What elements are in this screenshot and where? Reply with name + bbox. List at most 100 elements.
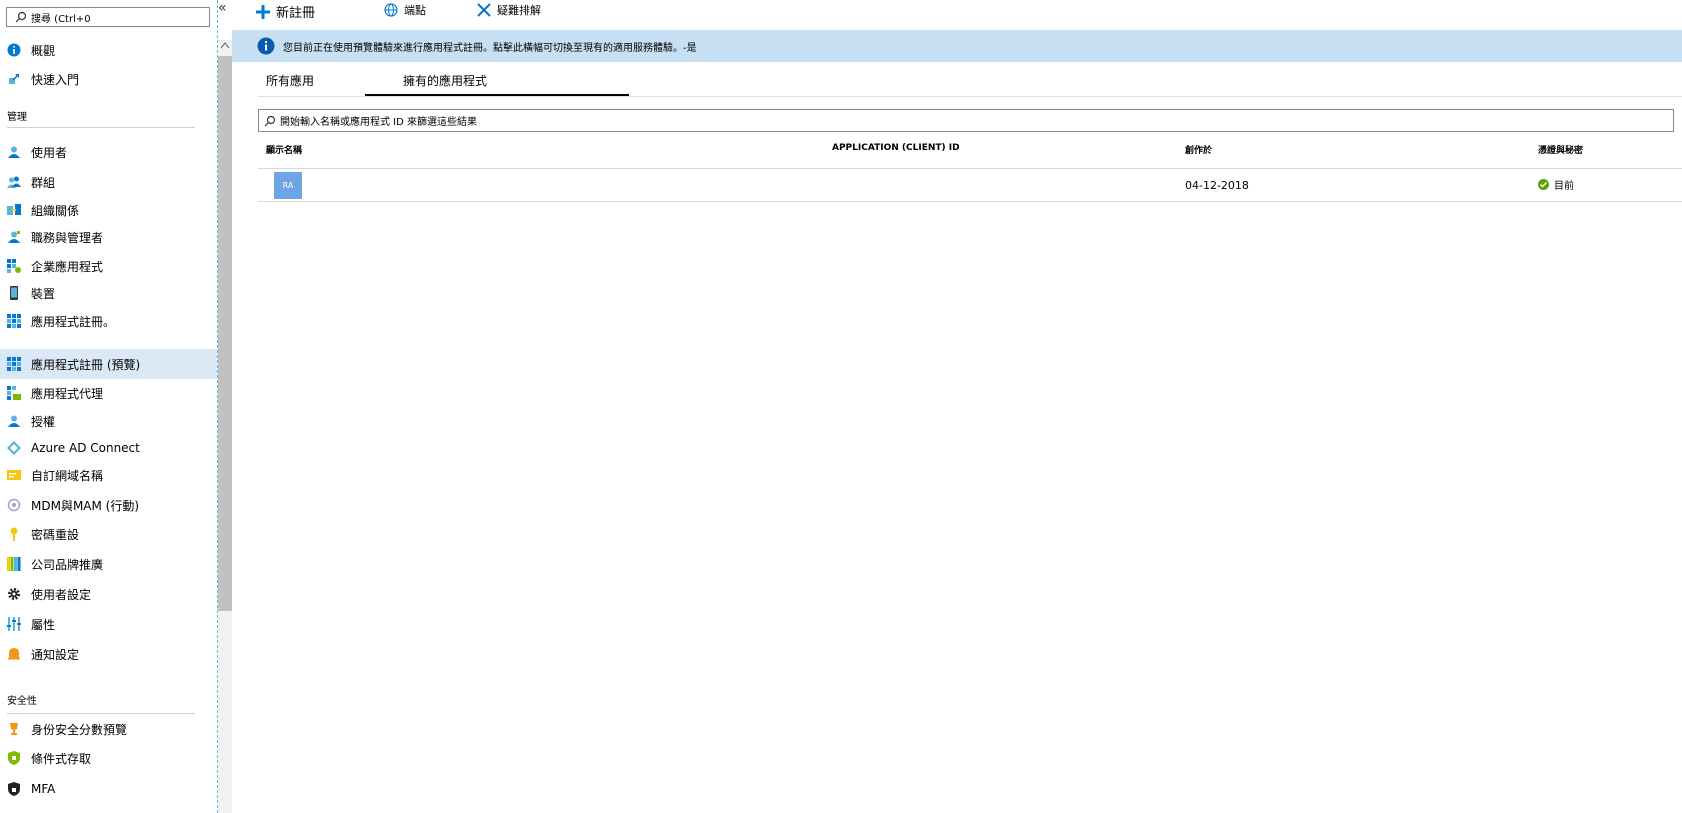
new-registration-button[interactable]: 新註冊	[256, 2, 315, 21]
tabs-divider	[258, 96, 1682, 97]
scrollbar-thumb[interactable]	[218, 56, 232, 611]
sidebar-item-azure-ad-connect[interactable]: Azure AD Connect	[0, 433, 217, 463]
sidebar-item-label: 使用者設定	[31, 587, 92, 602]
lock-icon	[8, 782, 20, 796]
tab-all-apps[interactable]: 所有應用	[266, 72, 314, 89]
sidebar-item-label: 快速入門	[31, 72, 80, 87]
row-created-date: 04-12-2018	[1185, 179, 1249, 192]
sidebar-item-label: 群組	[31, 175, 56, 190]
endpoints-button[interactable]: 端點	[384, 2, 426, 18]
tab-owned-apps[interactable]: 擁有的應用程式	[403, 72, 487, 89]
sidebar-item-branding[interactable]: 公司品牌推廣	[0, 549, 217, 579]
sidebar-item-users[interactable]: 使用者	[0, 137, 217, 167]
sidebar-item-label: 通知設定	[31, 647, 80, 662]
column-header-created[interactable]: 創作於	[1185, 143, 1212, 156]
sidebar-item-licenses[interactable]: 授權	[0, 406, 217, 436]
sidebar-item-password-reset[interactable]: 密碼重設	[0, 519, 217, 549]
sidebar-item-properties[interactable]: 屬性	[0, 609, 217, 639]
section-header-security: 安全性	[7, 696, 37, 707]
enterprise-apps-icon	[7, 259, 21, 273]
sidebar-item-label: 職務與管理者	[31, 230, 104, 245]
sidebar-item-label: 公司品牌推廣	[31, 557, 104, 572]
sidebar-item-roles[interactable]: 職務與管理者	[0, 222, 217, 252]
sidebar-item-custom-domains[interactable]: 自訂網域名稱	[0, 460, 217, 490]
banner-text: 您目前正在使用預覽體驗來進行應用程式註冊。點擊此橫幅可切換至現有的適用服務體驗。…	[283, 42, 697, 54]
sidebar-item-devices[interactable]: 裝置	[0, 278, 217, 308]
sidebar-item-label: 應用程式註冊 (預覽)	[31, 357, 141, 372]
sidebar-item-mobility[interactable]: MDM與MAM (行動)	[0, 490, 217, 520]
rocket-icon	[9, 74, 19, 84]
app-registrations-preview-icon	[7, 357, 21, 371]
sidebar-item-label: 使用者	[31, 145, 68, 160]
sidebar-item-quickstart[interactable]: 快速入門	[0, 64, 217, 94]
sidebar-item-app-registrations[interactable]: 應用程式註冊。	[0, 306, 217, 336]
mobility-icon	[7, 498, 21, 512]
sidebar-item-label: 自訂網域名稱	[31, 468, 104, 483]
sidebar-item-label: 授權	[31, 414, 56, 429]
app-proxy-icon	[7, 386, 21, 400]
sidebar-item-org-relationships[interactable]: 組織關係	[0, 195, 217, 225]
group-icon	[7, 176, 21, 188]
wrench-icon	[477, 3, 491, 17]
search-icon	[264, 115, 276, 126]
licenses-icon	[8, 415, 20, 427]
sidebar-item-label: 裝置	[31, 286, 56, 301]
sidebar-item-app-registrations-preview[interactable]: 應用程式註冊 (預覽)	[0, 349, 217, 379]
app-avatar: RA	[274, 172, 302, 199]
new-registration-label: 新註冊	[276, 6, 316, 21]
column-header-app-id[interactable]: APPLICATION (CLIENT) ID	[832, 143, 960, 153]
org-relationship-icon	[7, 204, 21, 215]
sidebar-item-label: MDM與MAM (行動)	[31, 498, 140, 513]
sidebar-item-label: 密碼重設	[31, 527, 80, 542]
check-circle-icon	[1538, 179, 1549, 190]
sidebar-item-user-settings[interactable]: 使用者設定	[0, 579, 217, 609]
device-icon	[10, 286, 18, 300]
table-row-divider	[258, 201, 1682, 202]
column-header-certs[interactable]: 憑證與秘密	[1538, 143, 1583, 156]
sidebar-item-label: 屬性	[31, 617, 56, 632]
sidebar-item-label: MFA	[31, 782, 56, 796]
endpoints-label: 端點	[404, 4, 426, 17]
troubleshoot-button[interactable]: 疑難排解	[477, 2, 541, 18]
key-icon	[10, 527, 18, 541]
status-text: 目前	[1554, 181, 1574, 192]
section-divider	[7, 127, 195, 128]
row-cert-status: 目前	[1538, 177, 1574, 192]
plus-icon	[256, 4, 270, 19]
trophy-icon	[10, 723, 18, 735]
main-content: 新註冊 端點 疑難排解 您目前正在使用預覽體驗來進行應用程式註冊。點擊此橫幅可切…	[232, 0, 1682, 813]
sidebar-item-mfa[interactable]: MFA	[0, 774, 217, 804]
sidebar-item-app-proxy[interactable]: 應用程式代理	[0, 378, 217, 408]
nav-search-input[interactable]: 搜尋 (Ctrl+0	[6, 7, 210, 27]
custom-domain-icon	[7, 470, 21, 480]
info-icon	[7, 43, 21, 57]
sidebar-item-label: 概觀	[31, 43, 56, 58]
nav-search-placeholder: 搜尋 (Ctrl+0	[31, 13, 91, 25]
troubleshoot-label: 疑難排解	[497, 4, 541, 17]
sidebar-scrollbar[interactable]	[218, 40, 232, 813]
left-nav: 搜尋 (Ctrl+0 概觀 快速入門 管理 使用者 群組 組織關係 職務與管理者…	[0, 0, 218, 813]
sidebar-item-conditional-access[interactable]: 條件式存取	[0, 743, 217, 773]
preview-banner[interactable]: 您目前正在使用預覽體驗來進行應用程式註冊。點擊此橫幅可切換至現有的適用服務體驗。…	[232, 30, 1682, 62]
sidebar-item-label: 身份安全分數預覽	[31, 722, 128, 737]
scroll-up-arrow-icon[interactable]	[221, 42, 229, 48]
sidebar-item-label: Azure AD Connect	[31, 441, 140, 455]
sidebar-item-enterprise-apps[interactable]: 企業應用程式	[0, 251, 217, 281]
bell-icon	[8, 648, 20, 660]
info-icon	[257, 37, 275, 55]
filter-placeholder: 開始輸入名稱或應用程式 ID 來篩選這些結果	[280, 117, 478, 128]
user-icon	[8, 146, 20, 158]
app-registrations-icon	[7, 314, 21, 328]
filter-input[interactable]: 開始輸入名稱或應用程式 ID 來篩選這些結果	[258, 109, 1674, 132]
search-icon	[15, 11, 27, 23]
collapse-sidebar-button[interactable]: «	[218, 0, 227, 16]
sidebar-item-notifications[interactable]: 通知設定	[0, 639, 217, 669]
sidebar-item-overview[interactable]: 概觀	[0, 35, 217, 65]
conditional-access-icon	[8, 751, 20, 765]
sidebar-item-identity-secure-score[interactable]: 身份安全分數預覽	[0, 714, 217, 744]
sidebar-item-label: 組織關係	[31, 203, 80, 218]
column-header-display-name[interactable]: 顯示名稱	[266, 143, 302, 156]
roles-icon	[8, 231, 20, 243]
sidebar-item-groups[interactable]: 群組	[0, 167, 217, 197]
sidebar-item-label: 企業應用程式	[31, 259, 104, 274]
